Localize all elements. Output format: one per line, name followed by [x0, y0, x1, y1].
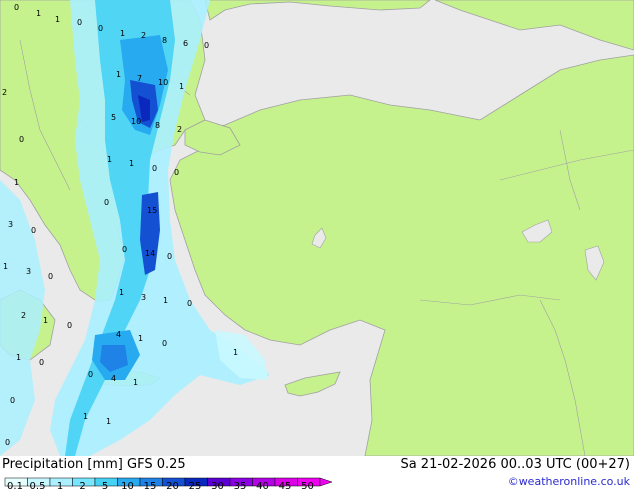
- precip-label: 2: [141, 31, 146, 40]
- legend-tick-label: 2: [79, 481, 86, 492]
- footer-bar: Precipitation [mm] GFS 0.25 Sa 21-02-202…: [0, 456, 634, 492]
- legend-tick-label: 50: [301, 481, 314, 492]
- precip-label: 1: [16, 353, 21, 362]
- precip-label: 1: [36, 9, 41, 18]
- precip-label: 7: [137, 74, 142, 83]
- precip-label: 0: [152, 164, 157, 173]
- precip-label: 1: [233, 348, 238, 357]
- legend-tick-label: 15: [143, 481, 157, 492]
- precip-label: 0: [67, 321, 72, 330]
- precip-label: 1: [106, 417, 111, 426]
- precip-label: 0: [162, 339, 167, 348]
- precip-label: 2: [177, 125, 182, 134]
- precip-label: 0: [77, 18, 82, 27]
- precip-label: 1: [163, 296, 168, 305]
- precip-label: 15: [147, 206, 157, 215]
- legend-tick-label: 5: [101, 481, 109, 492]
- precip-label: 8: [155, 121, 160, 130]
- precip-label: 10: [131, 117, 141, 126]
- precip-label: 1: [133, 378, 138, 387]
- precip-label: 0: [39, 358, 44, 367]
- precip-label: 0: [104, 198, 109, 207]
- legend-tick-label: 30: [211, 481, 224, 492]
- precip-label: 4: [111, 374, 116, 383]
- legend-tick-label: 1: [56, 481, 64, 492]
- precip-label: 0: [10, 396, 15, 405]
- precip-label: 1: [107, 155, 112, 164]
- legend-arrow: [319, 477, 333, 487]
- precip-label: 1: [119, 288, 124, 297]
- legend-tick-label: 10: [121, 481, 134, 492]
- precip-label: 1: [43, 316, 48, 325]
- precip-label: 1: [129, 159, 134, 168]
- precip-label: 2: [2, 88, 7, 97]
- legend-tick-label: 0.5: [29, 481, 46, 492]
- precip-label: 1: [83, 412, 88, 421]
- precip-label: 0: [122, 245, 127, 254]
- map-title: Precipitation [mm] GFS 0.25: [2, 457, 186, 472]
- legend-tick-label: 40: [256, 481, 269, 492]
- precip-label: 1: [179, 82, 184, 91]
- precip-label: 1: [3, 262, 8, 271]
- precip-label: 14: [145, 249, 155, 258]
- precip-label: 0: [48, 272, 53, 281]
- precip-label: 0: [187, 299, 192, 308]
- precip-label: 4: [116, 330, 121, 339]
- precip-label: 3: [8, 220, 13, 229]
- precip-label: 0: [31, 226, 36, 235]
- precip-label: 0: [167, 252, 172, 261]
- precip-label: 0: [5, 438, 10, 447]
- precip-label: 6: [183, 39, 188, 48]
- legend-tick-label: 25: [188, 481, 202, 492]
- precip-label: 2: [21, 311, 26, 320]
- credit-link[interactable]: ©weatheronline.co.uk: [508, 475, 630, 488]
- precip-label: 1: [116, 70, 121, 79]
- legend-tick-label: 20: [166, 481, 179, 492]
- legend-tick-label: 0.1: [7, 481, 23, 492]
- precip-label: 1: [120, 29, 125, 38]
- valid-time: Sa 21-02-2026 00..03 UTC (00+27): [400, 457, 630, 472]
- legend-tick-label: 35: [233, 481, 247, 492]
- precip-label: 0: [14, 3, 19, 12]
- precip-label: 3: [141, 293, 146, 302]
- precip-label: 0: [19, 135, 24, 144]
- precip-label: 5: [111, 113, 116, 122]
- precip-label: 10: [158, 78, 168, 87]
- precipitation-map[interactable]: 0 1 1 0 0 1 2 8 6 0 1 7 10 1 2 5 10 8 2 0 1 1 0 0 1 0 15 3 0 0 14 0 1 3 0 1…: [0, 0, 634, 456]
- precip-label: 3: [26, 267, 31, 276]
- precip-label: 1: [14, 178, 19, 187]
- precip-label: 0: [174, 168, 179, 177]
- precip-label: 0: [98, 24, 103, 33]
- precip-label: 0: [88, 370, 93, 379]
- precip-label: 1: [55, 15, 60, 24]
- legend-tick-label: 45: [278, 481, 292, 492]
- precip-label: 8: [162, 36, 167, 45]
- precip-label: 0: [204, 41, 209, 50]
- precip-label: 1: [138, 334, 143, 343]
